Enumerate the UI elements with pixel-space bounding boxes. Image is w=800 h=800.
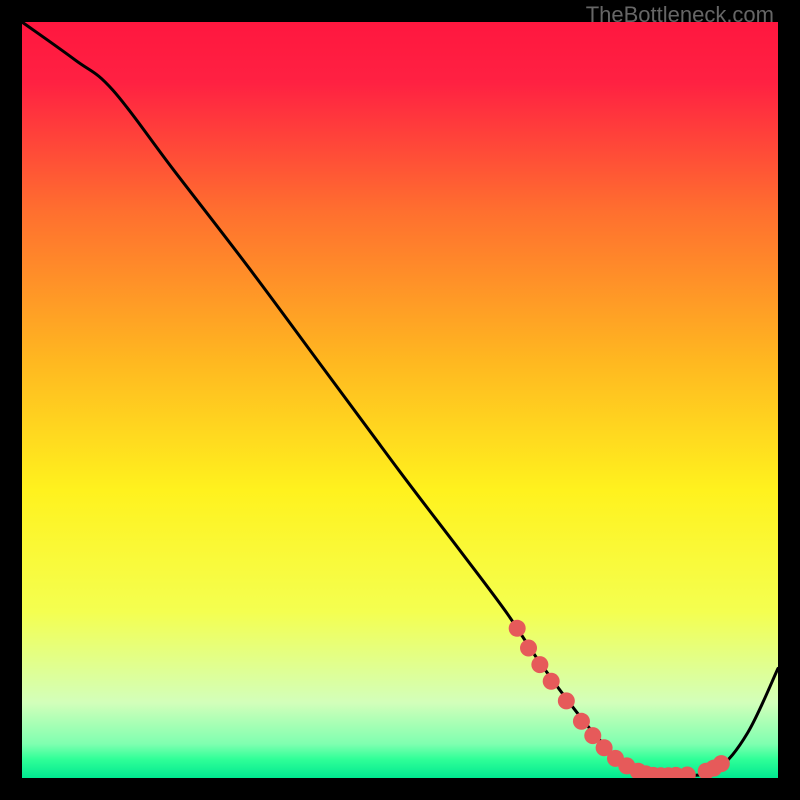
marker-dot [558, 692, 575, 709]
marker-dot [531, 656, 548, 673]
chart-svg [22, 22, 778, 778]
watermark-text: TheBottleneck.com [586, 2, 774, 28]
marker-dot [509, 620, 526, 637]
marker-dot [543, 673, 560, 690]
marker-dot [713, 755, 730, 772]
gradient-background [22, 22, 778, 778]
marker-dot [520, 639, 537, 656]
marker-dot [573, 713, 590, 730]
